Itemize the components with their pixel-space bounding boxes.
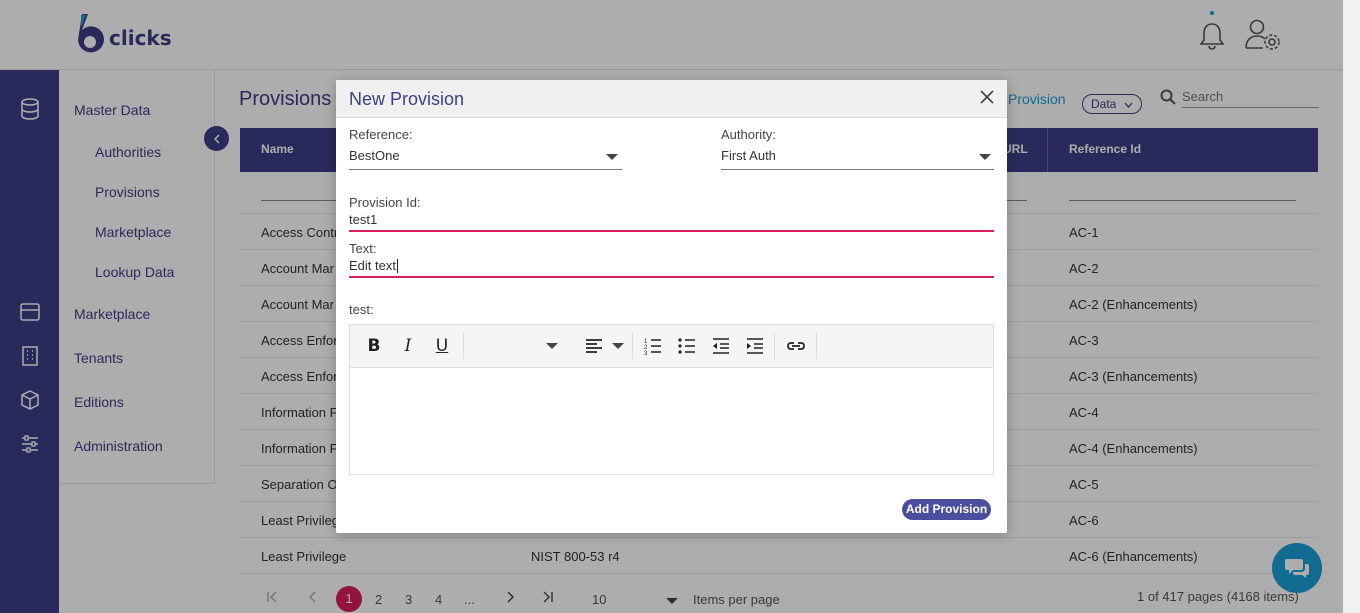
toolbar-divider bbox=[816, 333, 817, 359]
add-provision-button[interactable]: Add Provision bbox=[902, 499, 991, 520]
align-left-icon[interactable] bbox=[585, 337, 603, 355]
align-caret-icon[interactable] bbox=[612, 343, 624, 349]
reference-underline bbox=[349, 169, 622, 170]
bold-icon[interactable]: B bbox=[365, 336, 383, 356]
ordered-list-icon[interactable]: 123 bbox=[644, 337, 662, 355]
close-icon[interactable] bbox=[979, 89, 995, 105]
test-label: test: bbox=[349, 302, 374, 317]
provision-id-underline bbox=[349, 230, 994, 232]
text-label: Text: bbox=[349, 241, 377, 256]
outdent-icon[interactable] bbox=[712, 337, 730, 355]
reference-select[interactable]: BestOne bbox=[349, 148, 400, 163]
editor-content-area[interactable] bbox=[350, 368, 993, 474]
toolbar-divider bbox=[463, 333, 464, 359]
bullet-list-icon[interactable] bbox=[678, 337, 696, 355]
reference-label: Reference: bbox=[349, 127, 413, 142]
toolbar-divider bbox=[774, 333, 775, 359]
svg-text:3: 3 bbox=[644, 351, 648, 355]
dialog-title: New Provision bbox=[349, 89, 465, 109]
new-provision-dialog: New Provision Reference: BestOne Authori… bbox=[336, 80, 1007, 533]
link-icon[interactable] bbox=[787, 337, 805, 355]
text-underline bbox=[349, 276, 994, 278]
editor-toolbar: B I U 123 bbox=[350, 325, 993, 368]
indent-icon[interactable] bbox=[746, 337, 764, 355]
toolbar-divider bbox=[632, 333, 633, 359]
dialog-header: New Provision bbox=[336, 80, 1007, 118]
authority-select[interactable]: First Auth bbox=[721, 148, 776, 163]
italic-icon[interactable]: I bbox=[399, 336, 417, 356]
underline-icon[interactable]: U bbox=[433, 336, 451, 356]
text-cursor bbox=[397, 259, 398, 273]
authority-label: Authority: bbox=[721, 127, 776, 142]
reference-caret-icon[interactable] bbox=[606, 154, 618, 160]
font-size-caret-icon[interactable] bbox=[546, 343, 558, 349]
authority-caret-icon[interactable] bbox=[979, 154, 991, 160]
text-input[interactable]: Edit text bbox=[349, 258, 396, 273]
provision-id-label: Provision Id: bbox=[349, 195, 421, 210]
page-scrollbar[interactable] bbox=[1343, 0, 1360, 613]
provision-id-input[interactable]: test1 bbox=[349, 212, 377, 227]
authority-underline bbox=[721, 169, 994, 170]
rich-text-editor: B I U 123 bbox=[349, 324, 994, 475]
